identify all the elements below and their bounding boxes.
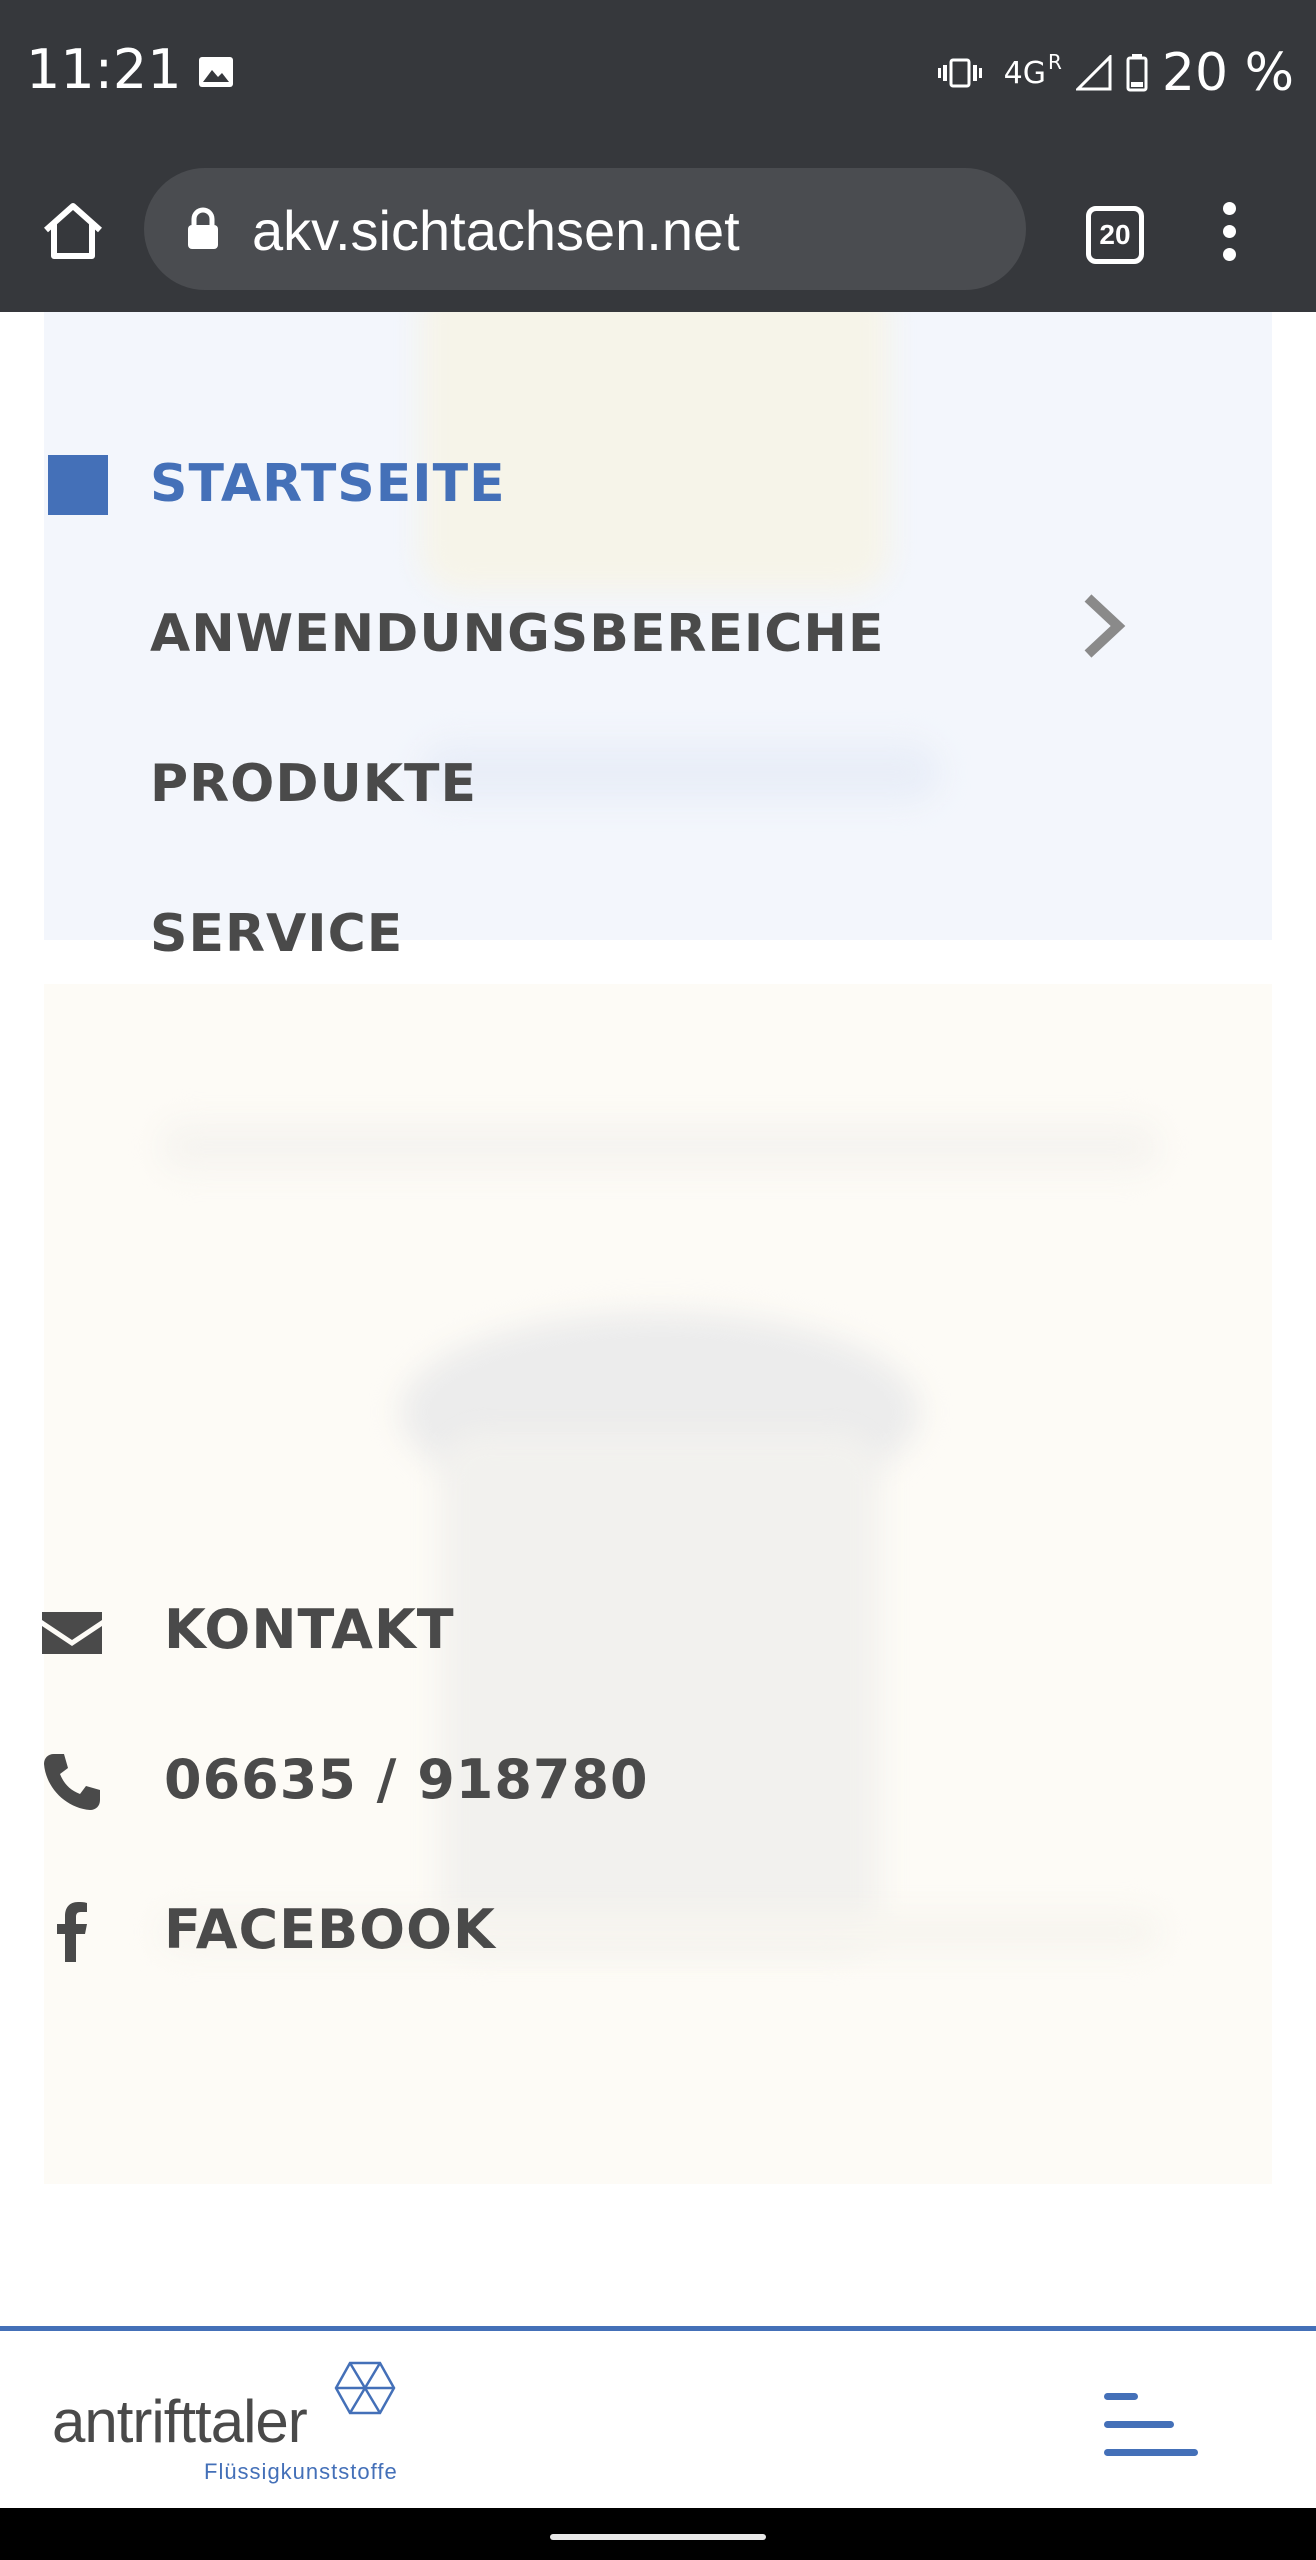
contact-email-row[interactable]: KONTAKT	[0, 1592, 1316, 1672]
facebook-icon	[57, 1902, 87, 1962]
lock-icon	[188, 207, 218, 249]
chevron-right-icon[interactable]	[1080, 594, 1126, 658]
browser-toolbar: akv.sichtachsen.net 20	[0, 150, 1316, 312]
battery-icon	[1126, 54, 1148, 92]
contact-facebook-row[interactable]: FACEBOOK	[0, 1892, 1316, 1972]
home-gesture-pill[interactable]	[550, 2534, 766, 2540]
blurred-product-image	[420, 312, 890, 592]
nav-item-service[interactable]: SERVICE	[150, 904, 403, 964]
status-icons: 4G R 20 %	[937, 38, 1294, 108]
blurred-heading	[160, 1122, 1160, 1172]
nav-item-produkte[interactable]: PRODUKTE	[150, 754, 477, 814]
image-notification-icon	[199, 57, 233, 87]
contact-phone-label[interactable]: 06635 / 918780	[164, 1748, 649, 1811]
tab-switcher-button[interactable]: 20	[1086, 206, 1144, 264]
brand-name: antrifttaler	[52, 2388, 308, 2455]
active-indicator	[48, 455, 108, 515]
system-navigation-bar	[0, 2508, 1316, 2560]
contact-phone-row[interactable]: 06635 / 918780	[0, 1742, 1316, 1822]
blurred-bucket	[440, 1432, 880, 1952]
status-time: 11:21	[26, 38, 182, 101]
home-icon[interactable]	[40, 198, 106, 264]
overflow-menu-icon[interactable]	[1214, 202, 1244, 262]
contact-email-label[interactable]: KONTAKT	[164, 1598, 455, 1661]
signal-icon	[1075, 55, 1112, 91]
hexagon-logo-icon	[334, 2361, 396, 2415]
nav-item-startseite[interactable]: STARTSEITE	[150, 454, 506, 514]
address-bar[interactable]: akv.sichtachsen.net	[144, 168, 1026, 290]
site-header-bar: antrifttaler Flüssigkunststoffe	[0, 2326, 1316, 2513]
menu-toggle-icon[interactable]	[1104, 2389, 1198, 2461]
contact-facebook-label[interactable]: FACEBOOK	[164, 1898, 496, 1961]
blurred-text-block	[420, 742, 940, 802]
nav-item-anwendungsbereiche[interactable]: ANWENDUNGSBEREICHE	[150, 604, 884, 664]
vibrate-icon	[937, 58, 982, 88]
network-type: 4G	[1003, 55, 1046, 91]
status-bar: 11:21 4G R 20 %	[0, 0, 1316, 150]
url-text[interactable]: akv.sichtachsen.net	[252, 198, 740, 263]
brand-tagline: Flüssigkunststoffe	[204, 2459, 398, 2484]
phone-icon	[44, 1754, 100, 1810]
roaming-indicator: R	[1047, 50, 1062, 74]
battery-percent: 20 %	[1161, 43, 1294, 103]
envelope-icon	[42, 1612, 102, 1654]
